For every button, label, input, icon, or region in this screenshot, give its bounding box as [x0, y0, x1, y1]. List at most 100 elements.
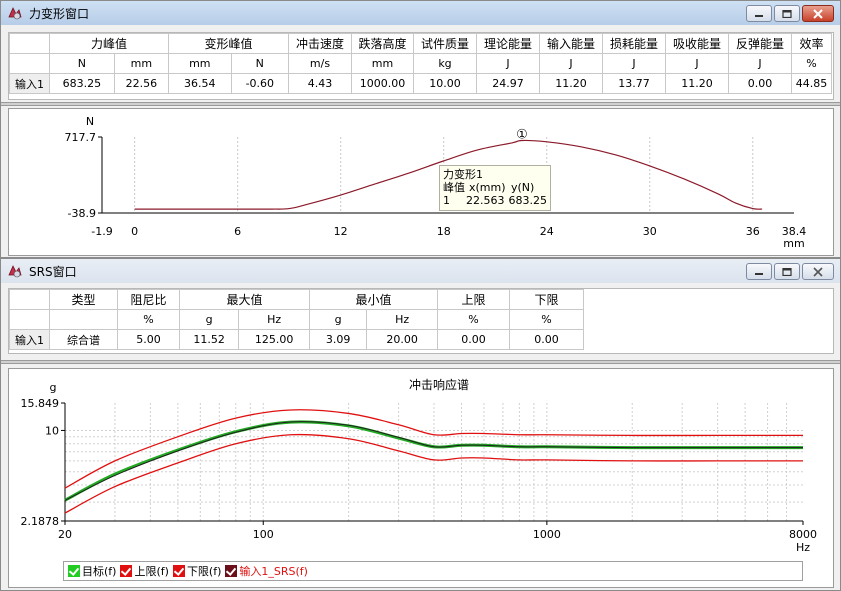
value-cell: 0.00	[728, 73, 792, 94]
x-axis-unit: mm	[783, 237, 804, 250]
value-cell: 24.97	[476, 73, 540, 94]
unit-cell: g	[178, 309, 240, 330]
value-cell: 44.85	[791, 73, 832, 94]
tooltip-index: 1	[443, 194, 450, 207]
srs-window-title: SRS窗口	[29, 264, 77, 279]
unit-cell: N	[49, 53, 115, 74]
minimize-button[interactable]	[746, 263, 772, 280]
srs-window-titlebar[interactable]: SRS窗口	[1, 259, 840, 283]
checkbox-icon[interactable]	[120, 565, 133, 577]
force-window-titlebar[interactable]: 力变形窗口	[1, 1, 840, 25]
unit-cell: mm	[351, 53, 414, 74]
value-cell: 10.00	[413, 73, 477, 94]
tooltip-x: 22.563	[466, 194, 505, 207]
col-header: 输入能量	[539, 33, 603, 54]
col-header: 试件质量	[413, 33, 477, 54]
checkbox-icon[interactable]	[172, 565, 185, 577]
col-header: 理论能量	[476, 33, 540, 54]
value-cell: 11.20	[665, 73, 729, 94]
value-cell: 125.00	[238, 329, 310, 350]
minimize-icon	[755, 14, 763, 17]
maximize-icon	[782, 267, 792, 276]
tooltip-header: 峰值	[443, 181, 465, 194]
value-cell: 5.00	[117, 329, 180, 350]
chart-series	[64, 409, 803, 514]
col-header: 效率	[791, 33, 832, 54]
checkbox-icon[interactable]	[68, 565, 80, 577]
x-tick-label: 12	[334, 225, 348, 238]
unit-cell: Hz	[238, 309, 310, 330]
unit-cell: J	[728, 53, 792, 74]
close-button[interactable]	[802, 263, 834, 280]
tooltip-y: 683.25	[508, 194, 548, 207]
value-cell: 11.20	[539, 73, 603, 94]
unit-cell: mm	[113, 53, 170, 74]
y-axis-unit: g	[50, 381, 57, 394]
unit-cell: N	[230, 53, 290, 74]
unit-cell: J	[476, 53, 540, 74]
minimize-button[interactable]	[746, 5, 772, 22]
unit-cell: %	[791, 53, 832, 74]
unit-cell: %	[509, 309, 584, 330]
corner-cell	[9, 53, 50, 74]
legend-label: 下限(f)	[186, 565, 222, 578]
minimize-icon	[755, 272, 763, 275]
x-tick-label: -1.9	[91, 225, 112, 238]
y-axis-unit: N	[86, 115, 94, 128]
corner-cell	[9, 33, 50, 54]
x-tick-label: 1000	[533, 528, 561, 541]
srs-chart-panel[interactable]: 20 100 1000 8000 15.849 10 2.1878 冲击响应谱 g Hz 目…	[8, 368, 834, 588]
x-tick-label: 100	[253, 528, 274, 541]
unit-cell: J	[602, 53, 666, 74]
corner-cell	[9, 309, 50, 330]
x-tick-label: 36	[746, 225, 760, 238]
col-header: 类型	[49, 289, 118, 310]
col-header: 吸收能量	[665, 33, 729, 54]
peak-marker[interactable]: ①	[516, 127, 528, 142]
unit-cell: %	[117, 309, 180, 330]
col-header: 冲击速度	[288, 33, 352, 54]
value-cell: 13.77	[602, 73, 666, 94]
srs-window: SRS窗口 类型 阻尼比 最大值 最小值 上限 下限 % g Hz g Hz %…	[0, 258, 841, 591]
legend-item-input[interactable]: 输入1_SRS(f)	[225, 563, 308, 579]
app-icon	[7, 5, 23, 21]
force-summary-table: 力峰值 变形峰值 冲击速度 跌落高度 试件质量 理论能量 输入能量 损耗能量 吸…	[9, 33, 832, 94]
value-cell: 683.25	[49, 73, 115, 94]
legend-item-lower[interactable]: 下限(f)	[172, 563, 222, 579]
y-tick-label: 2.1878	[21, 515, 60, 528]
corner-cell	[9, 289, 50, 310]
srs-summary-table: 类型 阻尼比 最大值 最小值 上限 下限 % g Hz g Hz % % 输入1…	[9, 289, 584, 350]
panel-splitter[interactable]	[1, 102, 840, 106]
x-tick-label: 8000	[789, 528, 817, 541]
panel-splitter[interactable]	[1, 360, 840, 364]
y-tick-label: -38.9	[68, 207, 96, 220]
col-header: 下限	[509, 289, 584, 310]
close-button[interactable]	[802, 5, 834, 22]
tooltip-header: x(mm)	[469, 181, 506, 194]
legend-item-target[interactable]: 目标(f)	[68, 563, 116, 579]
legend-label: 目标(f)	[82, 565, 117, 578]
table-row[interactable]: 输入1 683.25 22.56 36.54 -0.60 4.43 1000.0…	[9, 73, 832, 94]
value-cell: 36.54	[168, 73, 232, 94]
value-cell: 0.00	[437, 329, 510, 350]
row-label: 输入1	[9, 329, 50, 350]
force-deformation-chart-panel[interactable]: -1.9 0 6 12 18 24 30 36 38.4 717.7 -38.9 N mm ① 力变…	[8, 108, 834, 256]
legend-item-upper[interactable]: 上限(f)	[120, 563, 169, 579]
table-header-row: 类型 阻尼比 最大值 最小值 上限 下限	[9, 289, 584, 310]
checkbox-icon[interactable]	[225, 565, 238, 577]
col-header: 最大值	[179, 289, 310, 310]
value-cell: 1000.00	[351, 73, 414, 94]
y-tick-label: 15.849	[21, 397, 60, 410]
table-unit-row: % g Hz g Hz % %	[9, 309, 584, 330]
unit-cell: J	[539, 53, 603, 74]
y-tick-label: 10	[45, 424, 59, 437]
maximize-button[interactable]	[774, 263, 800, 280]
peak-tooltip: 力变形1 峰值 x(mm) y(N) 1 22.563 683.25	[439, 165, 551, 211]
x-axis-unit: Hz	[796, 541, 810, 554]
table-row[interactable]: 输入1 综合谱 5.00 11.52 125.00 3.09 20.00 0.0…	[9, 329, 584, 350]
col-header: 阻尼比	[117, 289, 180, 310]
maximize-button[interactable]	[774, 5, 800, 22]
col-header: 力峰值	[49, 33, 169, 54]
x-tick-label: 24	[540, 225, 554, 238]
value-cell: 综合谱	[49, 329, 118, 350]
